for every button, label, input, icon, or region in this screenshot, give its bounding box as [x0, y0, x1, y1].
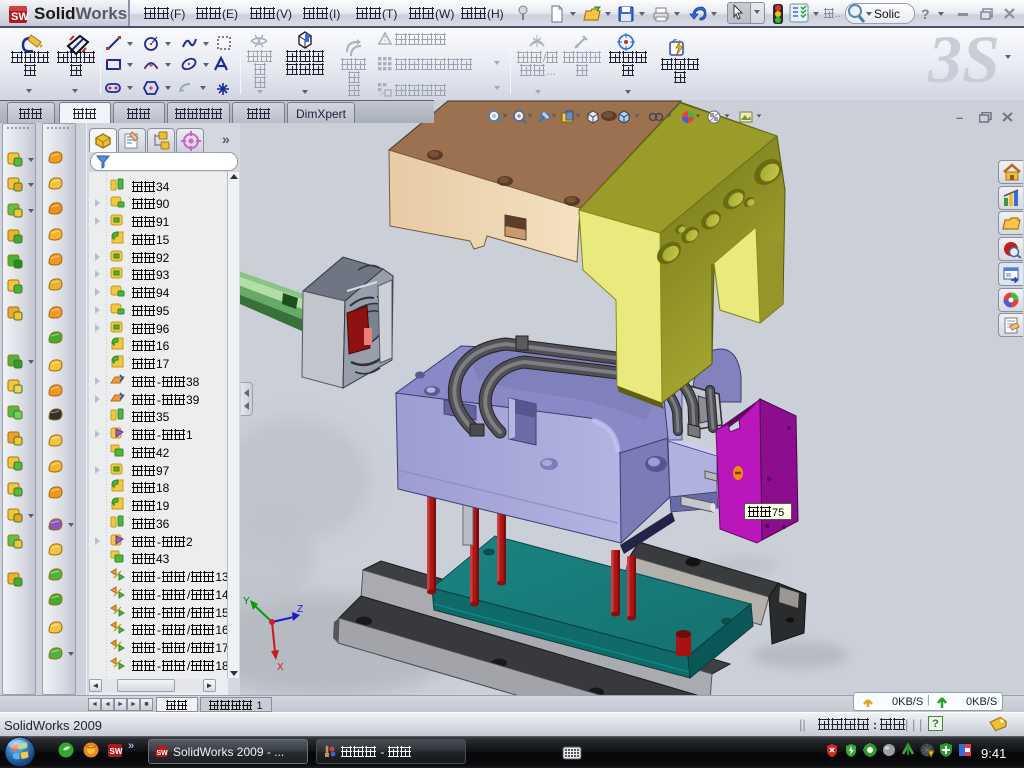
svg-text:Z: Z: [297, 604, 303, 615]
svg-text:X: X: [277, 662, 284, 673]
svg-text:Y: Y: [243, 596, 250, 607]
svg-text:SW: SW: [110, 747, 123, 756]
svg-text:SW: SW: [157, 750, 169, 757]
